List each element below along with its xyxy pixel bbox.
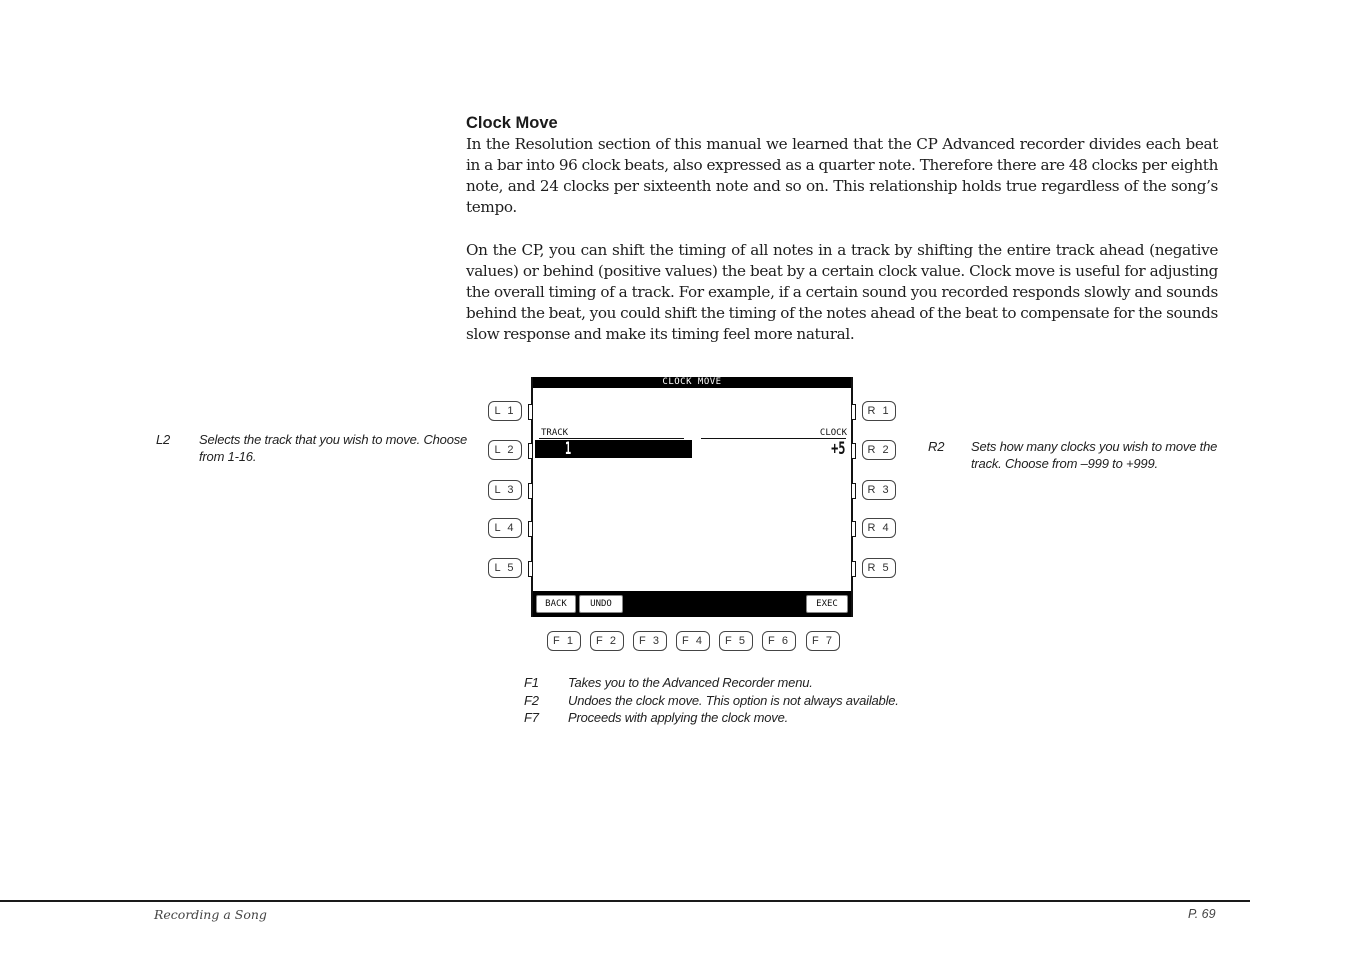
note-key: L2: [156, 432, 171, 447]
note-key: F2: [524, 692, 539, 708]
function-note: F1 Takes you to the Advanced Recorder me…: [524, 675, 944, 693]
soft-button-bar: BACK UNDO EXEC: [533, 591, 851, 617]
right-tick: [852, 561, 856, 577]
right-tick: [852, 521, 856, 537]
right-tick: [852, 443, 856, 459]
function-notes: F1 Takes you to the Advanced Recorder me…: [524, 675, 944, 728]
track-label: TRACK: [541, 428, 569, 438]
hw-button-r4[interactable]: R 4: [862, 518, 896, 538]
clock-value[interactable]: +5: [831, 439, 845, 459]
body-paragraph: On the CP, you can shift the timing of a…: [466, 241, 1218, 343]
clock-rule: [701, 438, 846, 439]
hw-button-r5[interactable]: R 5: [862, 558, 896, 578]
hw-button-f1[interactable]: F 1: [547, 631, 581, 651]
hw-button-r1[interactable]: R 1: [862, 401, 896, 421]
hw-button-f5[interactable]: F 5: [719, 631, 753, 651]
track-rule: [539, 438, 684, 439]
right-tick: [852, 483, 856, 499]
note-text: Undoes the clock move. This option is no…: [568, 692, 899, 708]
left-tick: [528, 561, 532, 577]
hw-button-f6[interactable]: F 6: [762, 631, 796, 651]
note-text: Selects the track that you wish to move.…: [199, 432, 468, 464]
hw-button-r3[interactable]: R 3: [862, 480, 896, 500]
hw-button-f7[interactable]: F 7: [806, 631, 840, 651]
note-key: F1: [524, 675, 539, 690]
screen-title: CLOCK MOVE: [533, 377, 851, 388]
left-tick: [528, 443, 532, 459]
note-text: Proceeds with applying the clock move.: [568, 710, 789, 725]
clock-label: CLOCK: [819, 428, 847, 438]
hw-button-f2[interactable]: F 2: [590, 631, 624, 651]
footer-rule: [0, 900, 1250, 902]
function-note: F7 Proceeds with applying the clock move…: [524, 710, 944, 728]
section-heading: Clock Move: [466, 114, 558, 132]
hw-button-r2[interactable]: R 2: [862, 440, 896, 460]
hw-button-l2[interactable]: L 2: [488, 440, 522, 460]
function-note: F2 Undoes the clock move. This option is…: [524, 693, 944, 711]
note-key: R2: [928, 439, 945, 454]
note-text: Sets how many clocks you wish to move th…: [971, 439, 1218, 471]
body-paragraph: In the Resolution section of this manual…: [466, 135, 1218, 216]
footer-chapter: Recording a Song: [154, 907, 267, 922]
back-button[interactable]: BACK: [536, 595, 576, 613]
track-field[interactable]: 1: [535, 439, 692, 459]
left-tick: [528, 404, 532, 420]
left-tick: [528, 483, 532, 499]
track-value: 1: [565, 439, 572, 459]
left-tick: [528, 521, 532, 537]
page-number: P. 69: [1188, 907, 1216, 921]
hw-button-l1[interactable]: L 1: [488, 401, 522, 421]
exec-button[interactable]: EXEC: [806, 595, 848, 613]
hw-button-f3[interactable]: F 3: [633, 631, 667, 651]
undo-button[interactable]: UNDO: [579, 595, 623, 613]
hw-button-l4[interactable]: L 4: [488, 518, 522, 538]
note-key: F7: [524, 710, 539, 725]
hw-button-f4[interactable]: F 4: [676, 631, 710, 651]
lcd-screen: CLOCK MOVE TRACK 1 CLOCK +5 BACK UNDO EX…: [528, 377, 856, 617]
hw-button-l3[interactable]: L 3: [488, 480, 522, 500]
right-tick: [852, 404, 856, 420]
hw-button-l5[interactable]: L 5: [488, 558, 522, 578]
note-text: Takes you to the Advanced Recorder menu.: [568, 675, 813, 690]
